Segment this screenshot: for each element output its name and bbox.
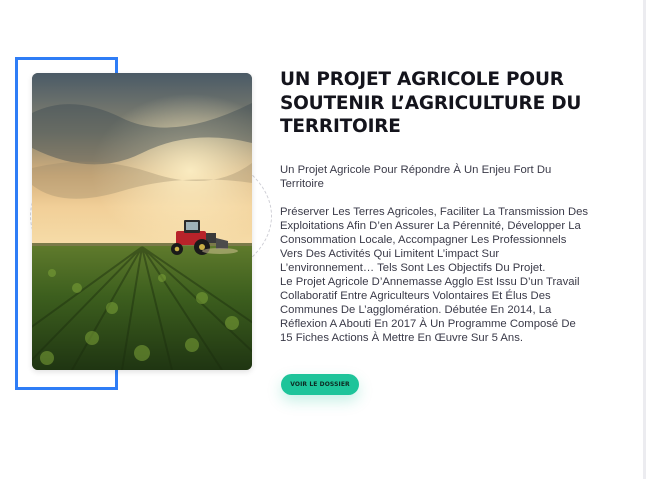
section-title: UN PROJET AGRICOLE POUR SOUTENIR L’AGRIC…	[280, 69, 582, 137]
tractor-field-illustration	[32, 73, 252, 370]
tractor-field-photo	[32, 73, 252, 370]
section-subtitle: Un Projet Agricole Pour Répondre À Un En…	[280, 164, 552, 190]
view-dossier-button[interactable]: VOIR LE DOSSIER	[281, 374, 359, 395]
section-body-text: Préserver Les Terres Agricoles, Facilite…	[280, 206, 589, 344]
